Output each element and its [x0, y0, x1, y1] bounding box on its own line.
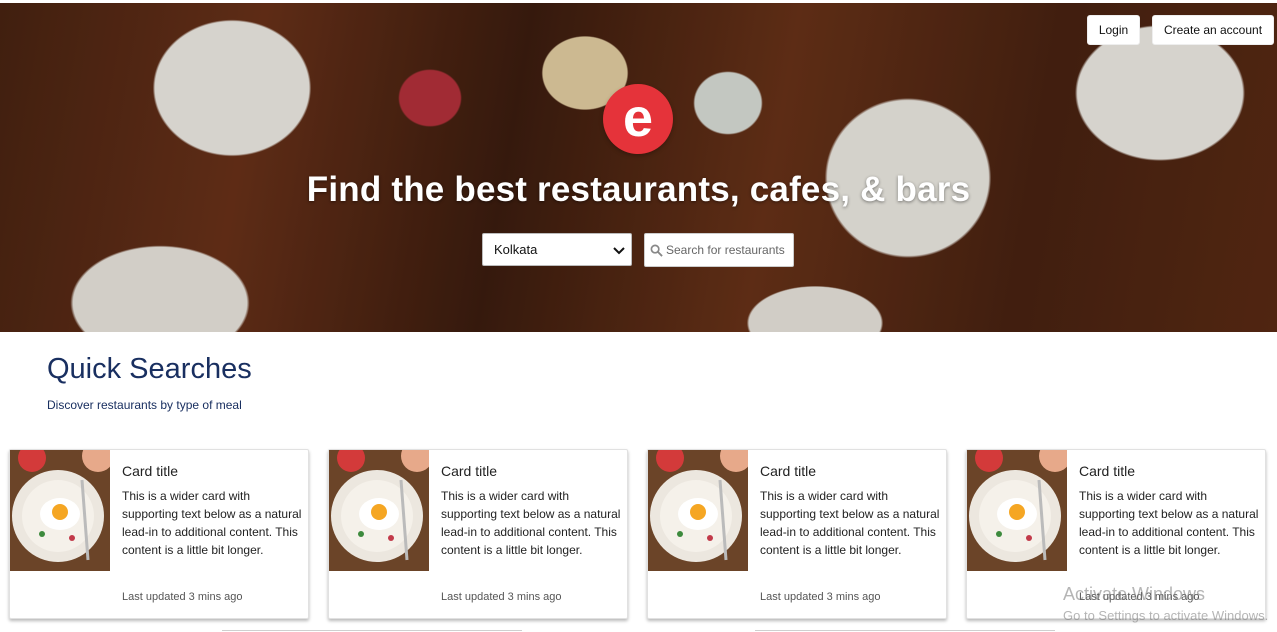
card-updated: Last updated 3 mins ago — [122, 591, 243, 603]
chevron-down-icon — [613, 246, 625, 254]
card-text: This is a wider card with supporting tex… — [441, 489, 621, 557]
card-text: This is a wider card with supporting tex… — [1079, 489, 1259, 557]
card-updated: Last updated 3 mins ago — [441, 591, 562, 603]
meal-card[interactable]: Card title This is a wider card with sup… — [966, 449, 1266, 619]
hero-banner: e Find the best restaurants, cafes, & ba… — [0, 3, 1277, 332]
card-image — [967, 450, 1067, 571]
brand-logo-icon: e — [603, 84, 673, 154]
card-image — [10, 450, 110, 571]
location-select[interactable]: Kolkata — [482, 233, 632, 266]
card-updated: Last updated 3 mins ago — [1079, 591, 1200, 603]
section-title: Quick Searches — [47, 353, 252, 385]
card-title: Card title — [760, 463, 817, 479]
svg-text:e: e — [623, 88, 653, 148]
search-input[interactable] — [666, 243, 791, 257]
divider — [222, 630, 522, 631]
meal-card[interactable]: Card title This is a wider card with sup… — [647, 449, 947, 619]
divider — [755, 630, 1055, 631]
restaurant-search[interactable] — [644, 233, 794, 267]
meal-card[interactable]: Card title This is a wider card with sup… — [328, 449, 628, 619]
create-account-button[interactable]: Create an account — [1152, 15, 1274, 45]
card-text: This is a wider card with supporting tex… — [122, 489, 302, 557]
card-text: This is a wider card with supporting tex… — [760, 489, 940, 557]
hero-image-overlay — [0, 3, 1277, 332]
location-select-value: Kolkata — [494, 242, 538, 257]
search-icon — [650, 244, 663, 257]
card-image — [329, 450, 429, 571]
card-title: Card title — [1079, 463, 1136, 479]
card-title: Card title — [122, 463, 179, 479]
hero-title: Find the best restaurants, cafes, & bars — [306, 170, 971, 209]
card-image — [648, 450, 748, 571]
login-button[interactable]: Login — [1087, 15, 1140, 45]
card-title: Card title — [441, 463, 498, 479]
section-subtitle: Discover restaurants by type of meal — [47, 398, 242, 412]
meal-card[interactable]: Card title This is a wider card with sup… — [9, 449, 309, 619]
card-updated: Last updated 3 mins ago — [760, 591, 881, 603]
